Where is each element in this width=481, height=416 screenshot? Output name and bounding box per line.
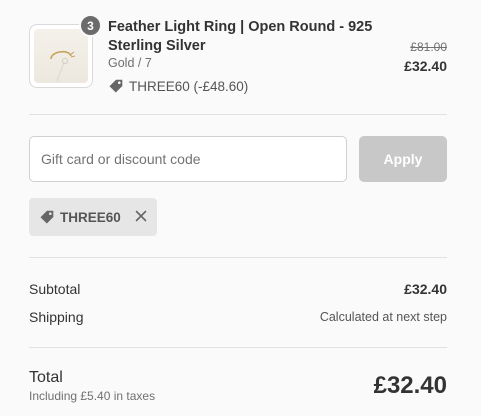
divider: [29, 347, 447, 348]
subtotal-label: Subtotal: [29, 281, 81, 297]
close-icon: [135, 210, 147, 222]
remove-discount-button[interactable]: [134, 209, 148, 223]
ring-image: [50, 50, 76, 82]
line-discount: THREE60 (-£48.60): [108, 77, 248, 95]
tax-note: Including £5.40 in taxes: [29, 389, 156, 403]
original-price: £81.00: [410, 40, 447, 54]
tag-icon: [109, 79, 123, 93]
discounted-price: £32.40: [404, 58, 447, 74]
line-item: 3 Feather Light Ring | Open Round - 925 …: [29, 14, 447, 102]
divider: [29, 257, 447, 258]
product-variant: Gold / 7: [108, 56, 152, 70]
divider: [29, 114, 447, 115]
quantity-badge: 3: [79, 14, 102, 37]
product-title: Feather Light Ring | Open Round - 925 St…: [108, 19, 373, 54]
total-value: £32.40: [373, 372, 447, 399]
shipping-value: Calculated at next step: [319, 310, 447, 324]
applied-discount-chip: THREE60: [29, 198, 157, 236]
discount-code-input[interactable]: [29, 136, 347, 182]
applied-code-text: THREE60: [60, 209, 121, 225]
tag-icon: [40, 210, 54, 224]
apply-button[interactable]: Apply: [359, 136, 447, 182]
line-discount-text: THREE60 (-£48.60): [129, 78, 249, 94]
total-label: Total: [29, 369, 63, 386]
subtotal-value: £32.40: [404, 281, 447, 297]
order-summary: 3 Feather Light Ring | Open Round - 925 …: [0, 0, 481, 416]
shipping-label: Shipping: [29, 309, 84, 325]
